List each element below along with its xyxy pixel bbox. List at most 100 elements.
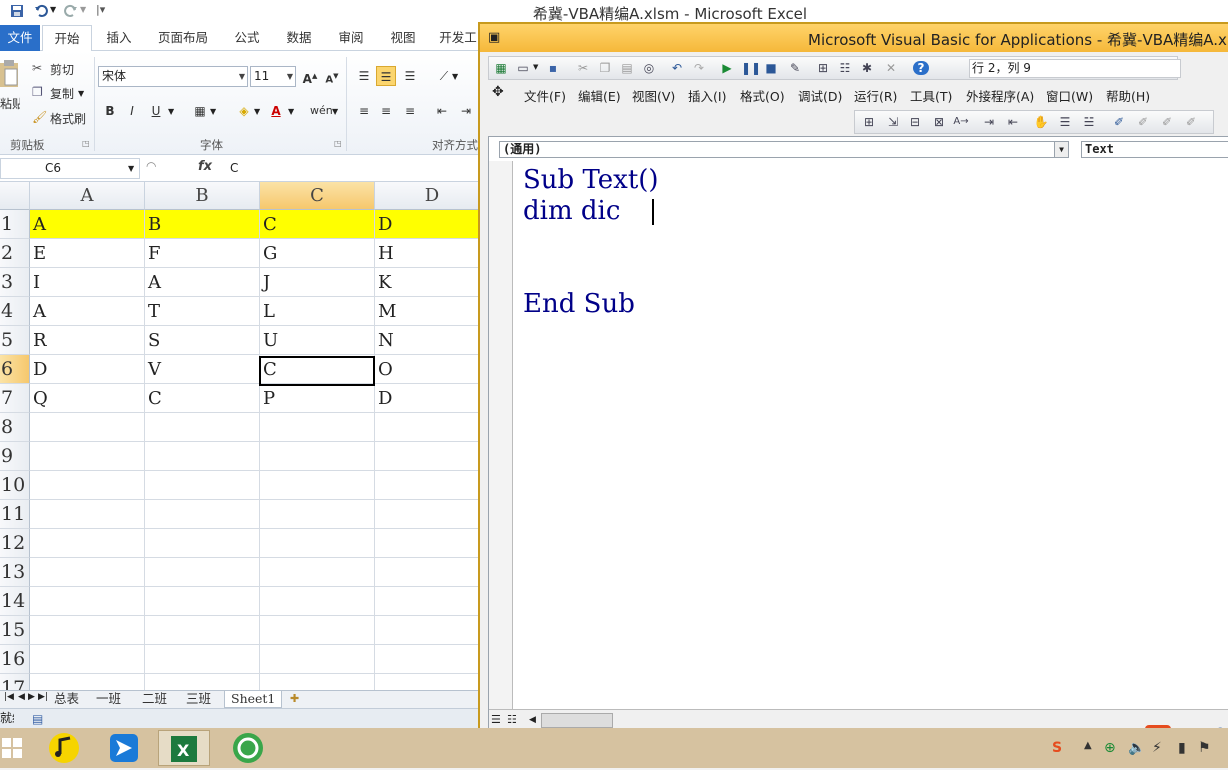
format-painter-button[interactable]: 格式刷 <box>50 110 86 127</box>
cell[interactable] <box>145 413 260 442</box>
phonetic-icon[interactable]: wén <box>310 101 333 121</box>
sheet-tab-summary[interactable]: 总表 <box>54 691 79 708</box>
tab-file[interactable]: 文件 <box>0 25 40 51</box>
insert-userform-icon[interactable]: ▭ <box>515 61 531 75</box>
worksheet-grid[interactable]: A B C D 1ABCD2EFGH3IAJK4ATLM5RSUN6DVCO7Q… <box>0 182 480 690</box>
customize-qat-icon[interactable]: |▾ <box>96 3 105 16</box>
cell[interactable] <box>145 471 260 500</box>
formula-input[interactable]: C <box>230 161 238 175</box>
excel-app-button[interactable]: X <box>158 730 210 766</box>
paste-icon[interactable]: ▤ <box>619 61 635 75</box>
cell[interactable] <box>260 500 375 529</box>
battery-icon[interactable]: ▮ <box>1178 740 1186 756</box>
vba-app-icon[interactable]: ▣ <box>488 30 500 45</box>
undo-icon[interactable] <box>34 4 48 18</box>
scroll-thumb[interactable] <box>541 713 613 728</box>
name-box[interactable]: C6 <box>0 158 140 179</box>
procedure-view-icon[interactable]: ☰ <box>491 713 501 726</box>
windows-start-icon[interactable] <box>2 738 22 758</box>
menu-addins[interactable]: 外接程序(A) <box>966 86 1034 105</box>
cut-icon[interactable]: ✂ <box>32 61 42 75</box>
view-excel-icon[interactable]: ▦ <box>493 61 509 75</box>
borders-icon[interactable]: ▦ <box>190 101 210 121</box>
cell[interactable]: D <box>30 355 145 384</box>
menu-file[interactable]: 文件(F) <box>524 86 566 105</box>
cell[interactable] <box>145 616 260 645</box>
next-bookmark-icon[interactable]: ✐ <box>1135 115 1151 129</box>
tab-developer[interactable]: 开发工 <box>436 25 480 51</box>
code-margin[interactable] <box>489 161 513 709</box>
increase-indent-icon[interactable]: ⇥ <box>456 101 476 121</box>
break-icon[interactable]: ❚❚ <box>741 61 761 75</box>
comment-block-icon[interactable]: ☰ <box>1057 115 1073 129</box>
row-header[interactable]: 12 <box>0 529 30 558</box>
cell[interactable]: O <box>375 355 480 384</box>
tab-page-layout[interactable]: 页面布局 <box>152 25 214 51</box>
underline-dropdown-icon[interactable]: ▼ <box>168 107 174 116</box>
code-line-2[interactable]: dim dic <box>523 196 629 226</box>
align-bottom-icon[interactable]: ☰ <box>400 66 420 86</box>
cell[interactable]: A <box>30 297 145 326</box>
menu-view[interactable]: 视图(V) <box>632 86 675 105</box>
cell[interactable] <box>375 674 480 690</box>
save-icon[interactable] <box>10 4 24 18</box>
column-header-a[interactable]: A <box>30 182 145 210</box>
menu-run[interactable]: 运行(R) <box>854 86 897 105</box>
sheet-tab-class3[interactable]: 三班 <box>186 691 211 708</box>
cell[interactable]: K <box>375 268 480 297</box>
sheet-tab-class2[interactable]: 二班 <box>142 691 167 708</box>
bold-icon[interactable]: B <box>100 101 120 121</box>
cell[interactable] <box>375 558 480 587</box>
row-header[interactable]: 15 <box>0 616 30 645</box>
last-sheet-icon[interactable]: ▶| <box>38 692 48 702</box>
shrink-font-icon[interactable]: A▼ <box>322 66 342 86</box>
code-line-1[interactable]: Sub Text() <box>523 165 659 195</box>
expand-icon[interactable]: ◠ <box>146 159 156 173</box>
cell[interactable] <box>30 500 145 529</box>
messenger-app-button[interactable] <box>98 730 150 766</box>
prev-sheet-icon[interactable]: ◀ <box>18 692 25 702</box>
paste-label[interactable]: 粘贴 <box>0 95 20 112</box>
menu-format[interactable]: 格式(O) <box>740 86 785 105</box>
cell[interactable] <box>260 616 375 645</box>
sheet-tab-sheet1[interactable]: Sheet1 <box>224 691 283 708</box>
row-header[interactable]: 14 <box>0 587 30 616</box>
cell[interactable] <box>375 587 480 616</box>
cell[interactable] <box>145 500 260 529</box>
cell[interactable]: S <box>145 326 260 355</box>
tab-view[interactable]: 视图 <box>384 25 422 51</box>
orientation-icon[interactable]: ⟋ <box>434 66 454 86</box>
cell[interactable]: E <box>30 239 145 268</box>
cell[interactable]: F <box>145 239 260 268</box>
cell[interactable] <box>30 529 145 558</box>
menu-edit[interactable]: 编辑(E) <box>578 86 621 105</box>
cell[interactable] <box>260 413 375 442</box>
cell[interactable]: U <box>260 326 375 355</box>
procedure-combo[interactable]: Text <box>1081 141 1228 158</box>
active-cell-selection[interactable] <box>259 356 375 386</box>
cell[interactable] <box>30 587 145 616</box>
cell[interactable] <box>145 529 260 558</box>
code-line-5[interactable]: End Sub <box>523 289 635 319</box>
network-icon[interactable]: ⚡ <box>1152 740 1162 756</box>
design-mode-icon[interactable]: ✎ <box>787 61 803 75</box>
menu-help[interactable]: 帮助(H) <box>1106 86 1150 105</box>
cell[interactable] <box>375 413 480 442</box>
paste-icon[interactable] <box>0 59 20 89</box>
cell[interactable]: I <box>30 268 145 297</box>
quick-info-icon[interactable]: ⊟ <box>907 115 923 129</box>
music-app-button[interactable] <box>38 730 90 766</box>
align-left-icon[interactable]: ≡ <box>354 101 374 121</box>
first-sheet-icon[interactable]: |◀ <box>4 692 14 702</box>
cell[interactable] <box>375 500 480 529</box>
cell[interactable]: A <box>30 210 145 239</box>
project-explorer-icon[interactable]: ⊞ <box>815 61 831 75</box>
redo-dropdown-icon[interactable]: ▼ <box>80 5 86 14</box>
menu-window[interactable]: 窗口(W) <box>1046 86 1093 105</box>
row-header[interactable]: 7 <box>0 384 30 413</box>
cell[interactable] <box>30 674 145 690</box>
cell[interactable]: C <box>260 210 375 239</box>
cell[interactable] <box>30 442 145 471</box>
toolbox-icon[interactable]: ✕ <box>883 61 899 75</box>
tab-home[interactable]: 开始 <box>42 25 92 52</box>
